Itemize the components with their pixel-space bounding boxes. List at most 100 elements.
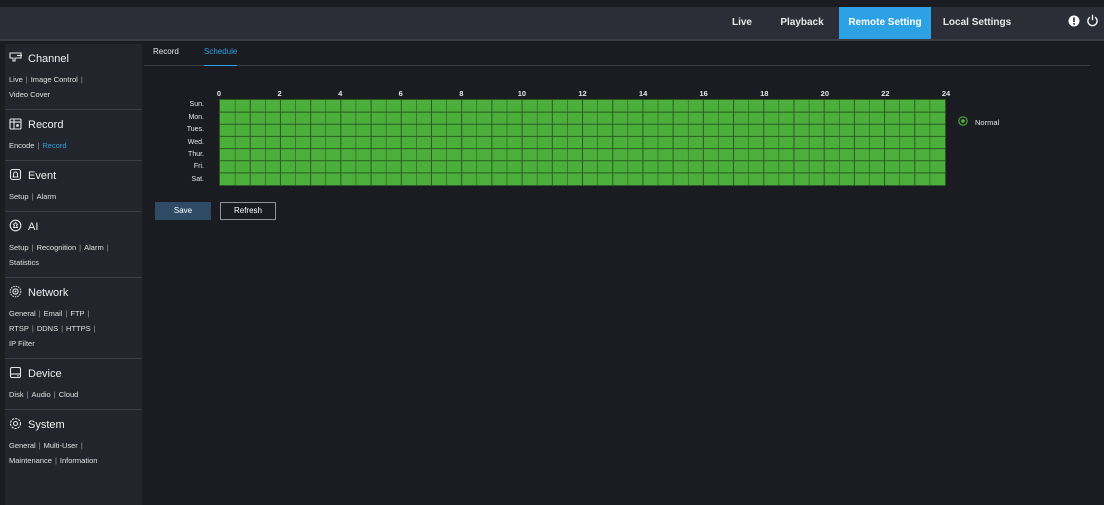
legend: Normal <box>958 116 999 128</box>
day-label: Fri. <box>193 163 204 171</box>
record-icon <box>9 117 23 133</box>
power-icon[interactable] <box>1086 14 1099 32</box>
network-icon <box>9 285 23 301</box>
nav-playback[interactable]: Playback <box>772 7 832 39</box>
hour-label: 16 <box>699 89 708 98</box>
sidebar-link-alarm[interactable]: Alarm <box>84 243 104 252</box>
separator: | <box>65 309 68 318</box>
sidebar-link-ddns[interactable]: DDNS <box>37 324 58 333</box>
sidebar-heading-ai[interactable]: AI <box>9 212 142 238</box>
sidebar-link-live[interactable]: Live <box>9 75 23 84</box>
sidebar-link-general[interactable]: General <box>9 441 36 450</box>
separator: | <box>87 309 90 318</box>
sidebar-link-alarm[interactable]: Alarm <box>37 192 57 201</box>
sidebar-link-recognition[interactable]: Recognition <box>37 243 77 252</box>
hour-label: 0 <box>216 89 222 98</box>
sidebar-link-setup[interactable]: Setup <box>9 243 29 252</box>
sidebar-link-ip-filter[interactable]: IP Filter <box>9 339 35 348</box>
sidebar-link-statistics[interactable]: Statistics <box>9 258 39 267</box>
sidebar-link-ftp[interactable]: FTP <box>70 309 84 318</box>
tab-record[interactable]: Record <box>153 47 179 66</box>
sidebar-heading-device[interactable]: Device <box>9 359 142 385</box>
sidebar-link-disk[interactable]: Disk <box>9 390 24 399</box>
sidebar-section-ai: AI Setup | Recognition | Alarm | Statistics <box>5 212 142 278</box>
separator: | <box>38 309 41 318</box>
save-button[interactable]: Save <box>155 202 211 220</box>
sidebar: Channel Live | Image Control | Video Cover … <box>5 44 142 505</box>
legend-label: Normal <box>975 117 1000 127</box>
day-label: Wed. <box>187 138 204 146</box>
sidebar-link-https[interactable]: HTTPS <box>66 324 91 333</box>
sidebar-link-audio[interactable]: Audio <box>32 390 51 399</box>
sidebar-heading-label: Device <box>28 368 62 380</box>
day-label: Sun. <box>189 101 204 109</box>
tab-bar: Record Schedule <box>144 44 1090 66</box>
day-label: Mon. <box>188 113 204 121</box>
hour-label: 8 <box>459 89 464 98</box>
hour-label: 10 <box>517 89 527 98</box>
separator: | <box>31 192 34 201</box>
separator: | <box>93 324 96 333</box>
sidebar-heading-label: Record <box>28 119 64 131</box>
sidebar-link-information[interactable]: Information <box>60 456 98 465</box>
hour-label: 14 <box>638 89 648 98</box>
alert-icon[interactable] <box>1068 14 1080 32</box>
hour-label: 6 <box>398 89 403 98</box>
ai-icon <box>9 219 23 235</box>
separator: | <box>37 141 40 150</box>
sidebar-section-system: System General | Multi-User | Maintenance | I… <box>5 410 142 475</box>
sidebar-heading-label: Network <box>28 287 69 299</box>
separator: | <box>54 456 57 465</box>
separator: | <box>31 324 34 333</box>
hour-label: 24 <box>941 89 951 98</box>
day-label: Thur. <box>188 150 204 158</box>
hour-label: 22 <box>881 89 890 98</box>
sidebar-link-setup[interactable]: Setup <box>9 192 29 201</box>
separator: | <box>80 441 83 450</box>
radio-selected-icon[interactable] <box>958 116 968 128</box>
sidebar-heading-event[interactable]: Event <box>9 161 142 187</box>
sidebar-heading-network[interactable]: Network <box>9 278 142 304</box>
tab-schedule[interactable]: Schedule <box>204 47 238 66</box>
refresh-button[interactable]: Refresh <box>220 202 276 220</box>
sidebar-heading-label: System <box>28 419 65 431</box>
sidebar-heading-record[interactable]: Record <box>9 110 142 136</box>
event-icon <box>9 168 23 184</box>
main-content: Record Schedule 0 2 4 6 8 10 12 14 16 18 20 22 24 Su… <box>144 44 1104 505</box>
sidebar-section-event: Event Setup | Alarm <box>5 161 142 212</box>
nav-live[interactable]: Live <box>720 7 764 39</box>
separator: | <box>38 441 41 450</box>
sidebar-link-encode[interactable]: Encode <box>9 141 34 150</box>
separator: | <box>26 390 29 399</box>
device-icon <box>9 366 23 382</box>
sidebar-link-multi-user[interactable]: Multi-User <box>44 441 78 450</box>
sidebar-link-rtsp[interactable]: RTSP <box>9 324 29 333</box>
sidebar-link-record[interactable]: Record <box>42 141 66 150</box>
separator: | <box>25 75 28 84</box>
sidebar-link-general[interactable]: General <box>9 309 36 318</box>
sidebar-heading-system[interactable]: System <box>9 410 142 436</box>
sidebar-link-email[interactable]: Email <box>44 309 63 318</box>
sidebar-link-video-cover[interactable]: Video Cover <box>9 90 50 99</box>
separator: | <box>79 243 82 252</box>
nav-remote-setting[interactable]: Remote Setting <box>839 7 931 39</box>
hour-label: 4 <box>338 89 343 98</box>
sidebar-link-cloud[interactable]: Cloud <box>59 390 79 399</box>
hour-label: 18 <box>760 89 769 98</box>
sidebar-heading-label: Event <box>28 170 57 182</box>
hour-label: 12 <box>578 89 587 98</box>
separator: | <box>53 390 56 399</box>
sidebar-section-record: Record Encode | Record <box>5 110 142 161</box>
top-navigation-bar: Live Playback Remote Setting Local Setti… <box>0 7 1104 39</box>
schedule-grid[interactable] <box>219 99 946 186</box>
sidebar-heading-channel[interactable]: Channel <box>9 44 142 70</box>
header-divider <box>0 39 1104 41</box>
sidebar-link-image-control[interactable]: Image Control <box>31 75 78 84</box>
separator: | <box>61 324 64 333</box>
separator: | <box>80 75 83 84</box>
separator: | <box>31 243 34 252</box>
channel-icon <box>9 51 23 67</box>
sidebar-link-maintenance[interactable]: Maintenance <box>9 456 52 465</box>
system-icon <box>9 417 23 433</box>
nav-local-settings[interactable]: Local Settings <box>937 7 1017 39</box>
